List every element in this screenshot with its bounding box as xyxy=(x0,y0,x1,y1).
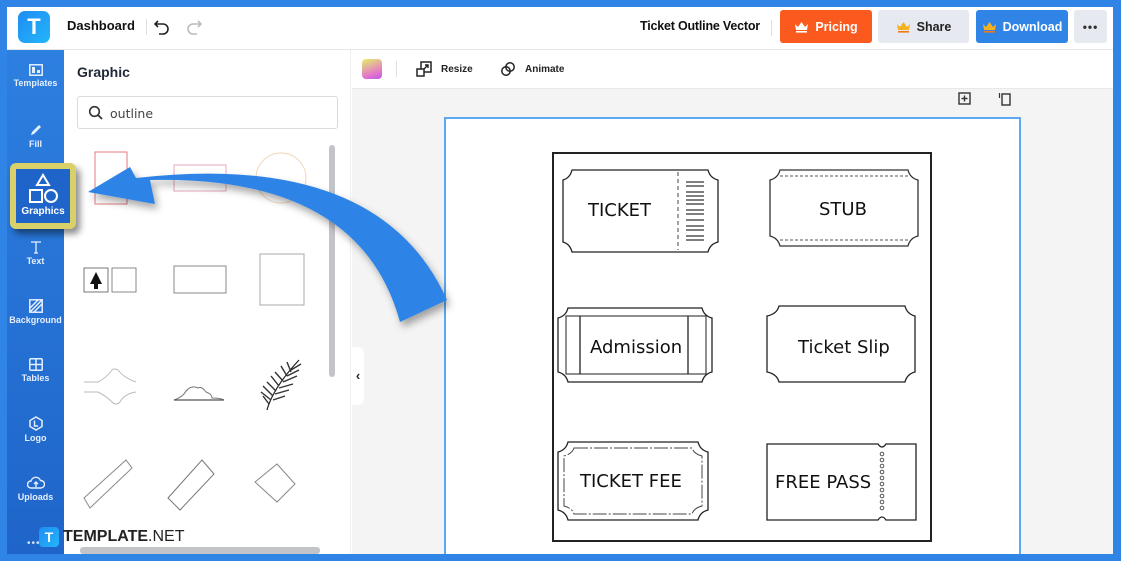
search-input[interactable] xyxy=(110,103,320,123)
pencil-icon xyxy=(30,125,41,135)
graphic-result-wavy-divider[interactable] xyxy=(76,348,156,418)
animate-label: Animate xyxy=(525,63,565,75)
graphic-result-cloud[interactable] xyxy=(160,348,240,418)
graphic-result-tree-frame[interactable] xyxy=(76,250,156,320)
background-icon xyxy=(28,299,43,313)
search-icon xyxy=(88,105,103,120)
document-title[interactable]: Ticket Outline Vector xyxy=(640,19,760,33)
download-label: Download xyxy=(1002,19,1063,34)
panel-title: Graphic xyxy=(77,64,130,80)
animate-button[interactable]: Animate xyxy=(500,61,564,77)
divider xyxy=(771,20,772,36)
crown-icon xyxy=(795,21,809,33)
divider xyxy=(396,61,397,77)
panel-vertical-scrollbar[interactable] xyxy=(329,145,335,377)
resize-icon xyxy=(416,61,432,77)
graphics-highlight: Graphics xyxy=(16,169,70,223)
more-options-button[interactable]: ••• xyxy=(1074,10,1107,43)
graphic-result-red-rectangle[interactable] xyxy=(76,148,156,218)
top-bar: T Dashboard Ticket Outline Vector Pricin… xyxy=(7,7,1113,50)
graphic-result-tilted-bar[interactable] xyxy=(76,450,156,520)
ticket-label: Admission xyxy=(590,337,683,358)
design-page[interactable]: TICKET STUB Admission Ticket Slip TICKET… xyxy=(444,117,1021,554)
templates-icon xyxy=(28,64,43,76)
pricing-label: Pricing xyxy=(815,19,858,34)
text-icon xyxy=(30,241,41,254)
editor-toolbar: Resize Animate xyxy=(352,50,1113,89)
sidebar-label: Uploads xyxy=(17,492,54,502)
watermark-text: TEMPLATE.NET xyxy=(63,528,185,545)
sidebar-item-tables[interactable]: Tables xyxy=(7,358,64,383)
color-swatch[interactable] xyxy=(362,59,382,79)
cloud-upload-icon xyxy=(26,476,45,489)
crown-icon xyxy=(982,21,996,33)
sidebar-item-uploads[interactable]: Uploads xyxy=(7,476,64,502)
graphic-result-circle[interactable] xyxy=(243,148,323,218)
sidebar-label: Fill xyxy=(29,139,42,149)
template-net-watermark: T TEMPLATE.NET xyxy=(39,527,184,547)
sidebar-label: Background xyxy=(9,315,62,325)
dashboard-link[interactable]: Dashboard xyxy=(67,18,135,33)
graphic-result-rectangle[interactable] xyxy=(160,250,240,320)
graphic-result-tilted-rectangle[interactable] xyxy=(160,450,240,520)
sidebar: Templates Fill Text Background Tables Lo… xyxy=(7,50,64,554)
shapes-icon xyxy=(29,173,58,203)
crown-icon xyxy=(896,21,910,33)
search-box[interactable] xyxy=(77,96,338,129)
resize-label: Resize xyxy=(441,63,473,75)
watermark-logo: T xyxy=(39,527,59,547)
ticket-label: Ticket Slip xyxy=(798,337,890,358)
sidebar-item-text[interactable]: Text xyxy=(7,240,64,266)
duplicate-page-icon[interactable] xyxy=(998,92,1012,106)
sidebar-label: Logo xyxy=(24,433,47,443)
logo-icon xyxy=(28,416,43,431)
ticket-label: STUB xyxy=(819,199,867,220)
share-label: Share xyxy=(916,19,952,34)
divider xyxy=(146,19,147,35)
app-frame: T Dashboard Ticket Outline Vector Pricin… xyxy=(7,7,1113,554)
sidebar-label: Text xyxy=(26,256,45,266)
ticket-label: TICKET FEE xyxy=(580,471,682,492)
canvas-area: ‹ TICKET STUB Admission Ticket Slip TICK… xyxy=(352,89,1113,554)
redo-icon[interactable] xyxy=(184,16,204,36)
sidebar-item-logo[interactable]: Logo xyxy=(7,416,64,443)
sidebar-item-fill[interactable]: Fill xyxy=(7,123,64,149)
graphic-result-pink-rectangle[interactable] xyxy=(160,148,240,218)
sidebar-item-graphics[interactable]: Graphics xyxy=(10,163,76,229)
sidebar-label: Graphics xyxy=(21,206,65,217)
ticket-label: FREE PASS xyxy=(775,472,872,493)
ticket-sheet: TICKET STUB Admission Ticket Slip TICKET… xyxy=(552,152,932,542)
undo-icon[interactable] xyxy=(152,16,172,36)
graphic-result-palm-leaf[interactable] xyxy=(243,348,323,418)
graphic-result-square[interactable] xyxy=(243,250,323,320)
pricing-button[interactable]: Pricing xyxy=(780,10,872,43)
sidebar-label: Templates xyxy=(13,78,58,88)
download-button[interactable]: Download xyxy=(976,10,1068,43)
sidebar-label: Tables xyxy=(21,373,50,383)
app-logo[interactable]: T xyxy=(18,11,50,43)
animate-icon xyxy=(501,62,515,76)
graphic-panel: Graphic xyxy=(64,50,351,554)
sidebar-item-templates[interactable]: Templates xyxy=(7,64,64,88)
graphic-result-diamond[interactable] xyxy=(243,450,323,520)
ticket-label: TICKET xyxy=(588,200,652,221)
panel-horizontal-scrollbar[interactable] xyxy=(80,547,320,554)
collapse-panel-button[interactable]: ‹ xyxy=(352,347,364,405)
table-icon xyxy=(28,358,43,371)
share-button[interactable]: Share xyxy=(878,10,969,43)
add-page-icon[interactable] xyxy=(958,92,972,106)
sidebar-item-background[interactable]: Background xyxy=(7,299,64,325)
resize-button[interactable]: Resize xyxy=(416,61,473,77)
